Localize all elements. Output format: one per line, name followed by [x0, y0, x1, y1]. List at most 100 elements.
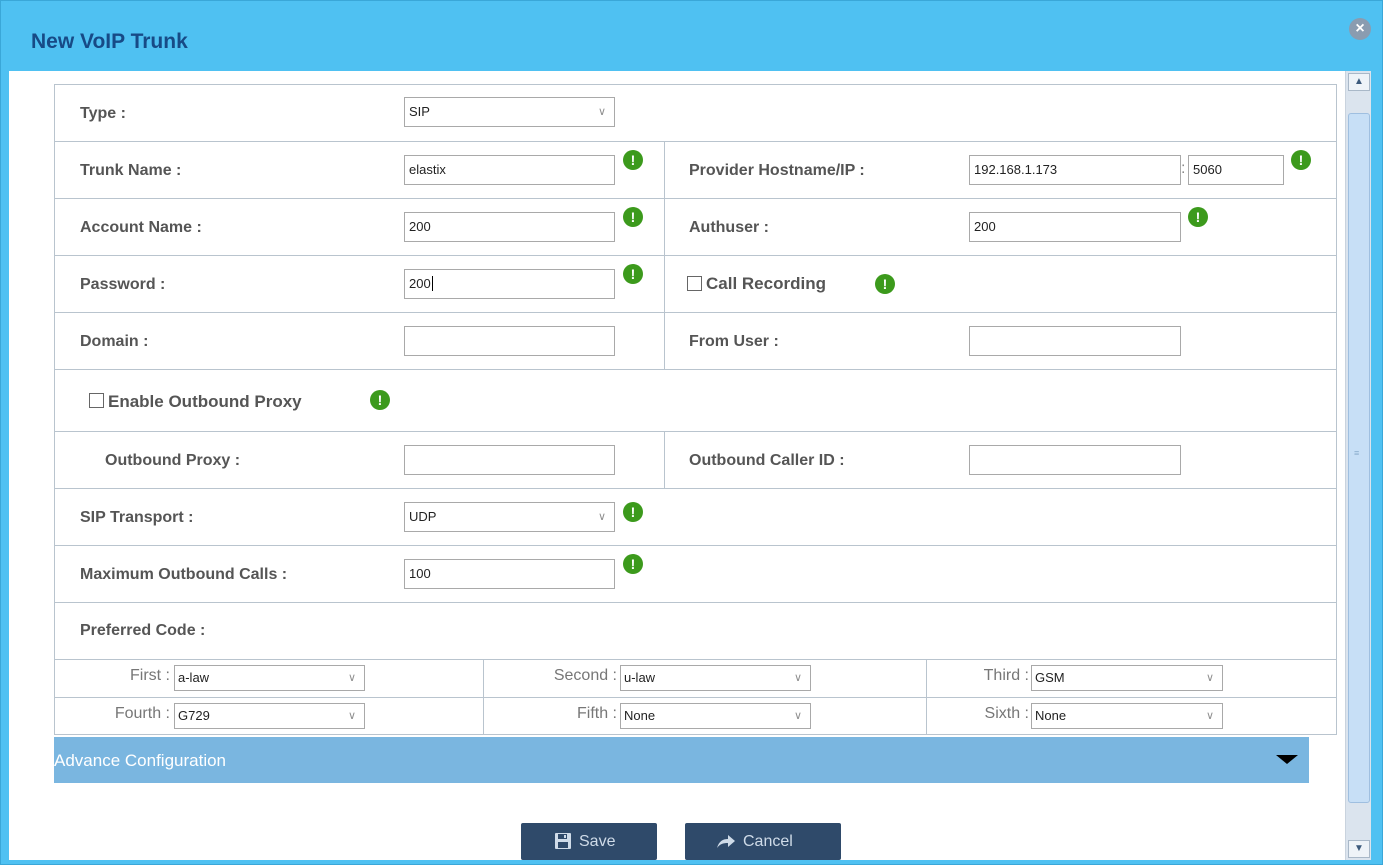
enable-outbound-proxy-label: Enable Outbound Proxy: [108, 392, 302, 411]
info-icon[interactable]: !: [623, 150, 643, 170]
new-voip-trunk-dialog: New VoIP Trunk × Type : SIP ∨ Trunk Name…: [0, 0, 1383, 865]
chevron-down-icon: ∨: [1205, 672, 1214, 684]
codec-second-value: u-law: [624, 670, 656, 685]
outbound-proxy-input[interactable]: [404, 445, 615, 475]
account-name-input[interactable]: 200: [404, 212, 615, 242]
column-divider: [664, 141, 665, 369]
save-button[interactable]: Save: [521, 823, 657, 860]
text-cursor: [431, 276, 433, 291]
chevron-down-icon: ∨: [597, 511, 606, 523]
dialog-title-bar: New VoIP Trunk ×: [1, 1, 1383, 71]
row-divider: [55, 255, 1336, 256]
max-outbound-calls-label: Maximum Outbound Calls :: [80, 566, 288, 583]
codec-fifth-label: Fifth :: [576, 705, 617, 722]
sip-transport-select[interactable]: UDP ∨: [404, 502, 615, 532]
advance-configuration-label: Advance Configuration: [54, 751, 227, 770]
info-icon[interactable]: !: [875, 274, 895, 294]
vertical-scrollbar[interactable]: ▲ ≡ ▼: [1345, 71, 1371, 860]
chevron-down-icon: ∨: [347, 710, 356, 722]
row-divider: [55, 697, 1336, 698]
codec-first-label: First :: [130, 667, 170, 684]
row-divider: [55, 602, 1336, 603]
chevron-down-icon: ∨: [793, 672, 802, 684]
info-icon[interactable]: !: [623, 207, 643, 227]
trunk-form: Type : SIP ∨ Trunk Name : elastix ! Prov…: [54, 84, 1337, 735]
codec-third-label: Third :: [983, 667, 1029, 684]
provider-port-input[interactable]: 5060: [1188, 155, 1284, 185]
trunk-name-input[interactable]: elastix: [404, 155, 615, 185]
forward-arrow-icon: [717, 835, 735, 848]
type-select[interactable]: SIP ∨: [404, 97, 615, 127]
codec-third-value: GSM: [1035, 670, 1065, 685]
row-divider: [55, 369, 1336, 370]
codec-first-value: a-law: [178, 670, 210, 685]
outbound-caller-id-input[interactable]: [969, 445, 1181, 475]
call-recording-checkbox[interactable]: [687, 276, 702, 291]
authuser-label: Authuser :: [689, 219, 769, 236]
password-label: Password :: [80, 276, 166, 293]
advance-configuration-bar[interactable]: Advance Configuration: [54, 737, 1309, 783]
codec-second-label: Second :: [553, 667, 617, 684]
account-name-label: Account Name :: [80, 219, 202, 236]
codec-fifth-select[interactable]: None ∨: [620, 703, 811, 729]
from-user-input[interactable]: [969, 326, 1181, 356]
codec-sixth-select[interactable]: None ∨: [1031, 703, 1223, 729]
codec-first-select[interactable]: a-law ∨: [174, 665, 365, 691]
info-icon[interactable]: !: [623, 502, 643, 522]
expand-arrow-icon[interactable]: [1276, 755, 1298, 764]
call-recording-label: Call Recording: [706, 274, 826, 293]
trunk-name-label: Trunk Name :: [80, 162, 182, 179]
chevron-down-icon: ∨: [597, 106, 606, 118]
info-icon[interactable]: !: [623, 264, 643, 284]
authuser-input[interactable]: 200: [969, 212, 1181, 242]
dialog-title: New VoIP Trunk: [31, 30, 188, 53]
preferred-code-label: Preferred Code :: [80, 622, 206, 639]
info-icon[interactable]: !: [1291, 150, 1311, 170]
domain-input[interactable]: [404, 326, 615, 356]
codec-fifth-value: None: [624, 708, 656, 723]
codec-third-select[interactable]: GSM ∨: [1031, 665, 1223, 691]
outbound-caller-id-label: Outbound Caller ID :: [689, 452, 845, 469]
column-divider: [664, 431, 665, 488]
from-user-label: From User :: [689, 333, 779, 350]
row-divider: [55, 141, 1336, 142]
row-divider: [55, 545, 1336, 546]
dialog-content: Type : SIP ∨ Trunk Name : elastix ! Prov…: [9, 71, 1345, 860]
enable-outbound-proxy-checkbox[interactable]: [89, 393, 104, 408]
cancel-button-label: Cancel: [743, 833, 793, 850]
info-icon[interactable]: !: [370, 390, 390, 410]
chevron-down-icon: ∨: [347, 672, 356, 684]
row-divider: [55, 488, 1336, 489]
sip-transport-value: UDP: [409, 509, 437, 524]
floppy-disk-icon: [555, 833, 571, 849]
provider-hostname-input[interactable]: 192.168.1.173: [969, 155, 1181, 185]
codec-second-select[interactable]: u-law ∨: [620, 665, 811, 691]
type-label: Type :: [80, 105, 126, 122]
provider-hostname-label: Provider Hostname/IP :: [689, 162, 865, 179]
info-icon[interactable]: !: [623, 554, 643, 574]
row-divider: [55, 659, 1336, 660]
codec-fourth-select[interactable]: G729 ∨: [174, 703, 365, 729]
type-value: SIP: [409, 104, 430, 119]
chevron-down-icon: ∨: [793, 710, 802, 722]
column-divider: [483, 659, 484, 735]
scroll-down-icon[interactable]: ▼: [1348, 840, 1370, 858]
password-value: 200: [409, 276, 431, 291]
codec-sixth-value: None: [1035, 708, 1067, 723]
max-outbound-calls-input[interactable]: 100: [404, 559, 615, 589]
row-divider: [55, 431, 1336, 432]
save-button-label: Save: [579, 833, 616, 850]
outbound-proxy-label: Outbound Proxy :: [105, 452, 241, 469]
codec-fourth-value: G729: [178, 708, 210, 723]
chevron-down-icon: ∨: [1205, 710, 1214, 722]
info-icon[interactable]: !: [1188, 207, 1208, 227]
scrollbar-thumb[interactable]: ≡: [1348, 113, 1370, 803]
port-separator: :: [1181, 160, 1186, 177]
close-icon[interactable]: ×: [1349, 18, 1371, 40]
codec-sixth-label: Sixth :: [984, 705, 1029, 722]
sip-transport-label: SIP Transport :: [80, 509, 194, 526]
password-input[interactable]: 200: [404, 269, 615, 299]
scroll-up-icon[interactable]: ▲: [1348, 73, 1370, 91]
cancel-button[interactable]: Cancel: [685, 823, 841, 860]
row-divider: [55, 198, 1336, 199]
